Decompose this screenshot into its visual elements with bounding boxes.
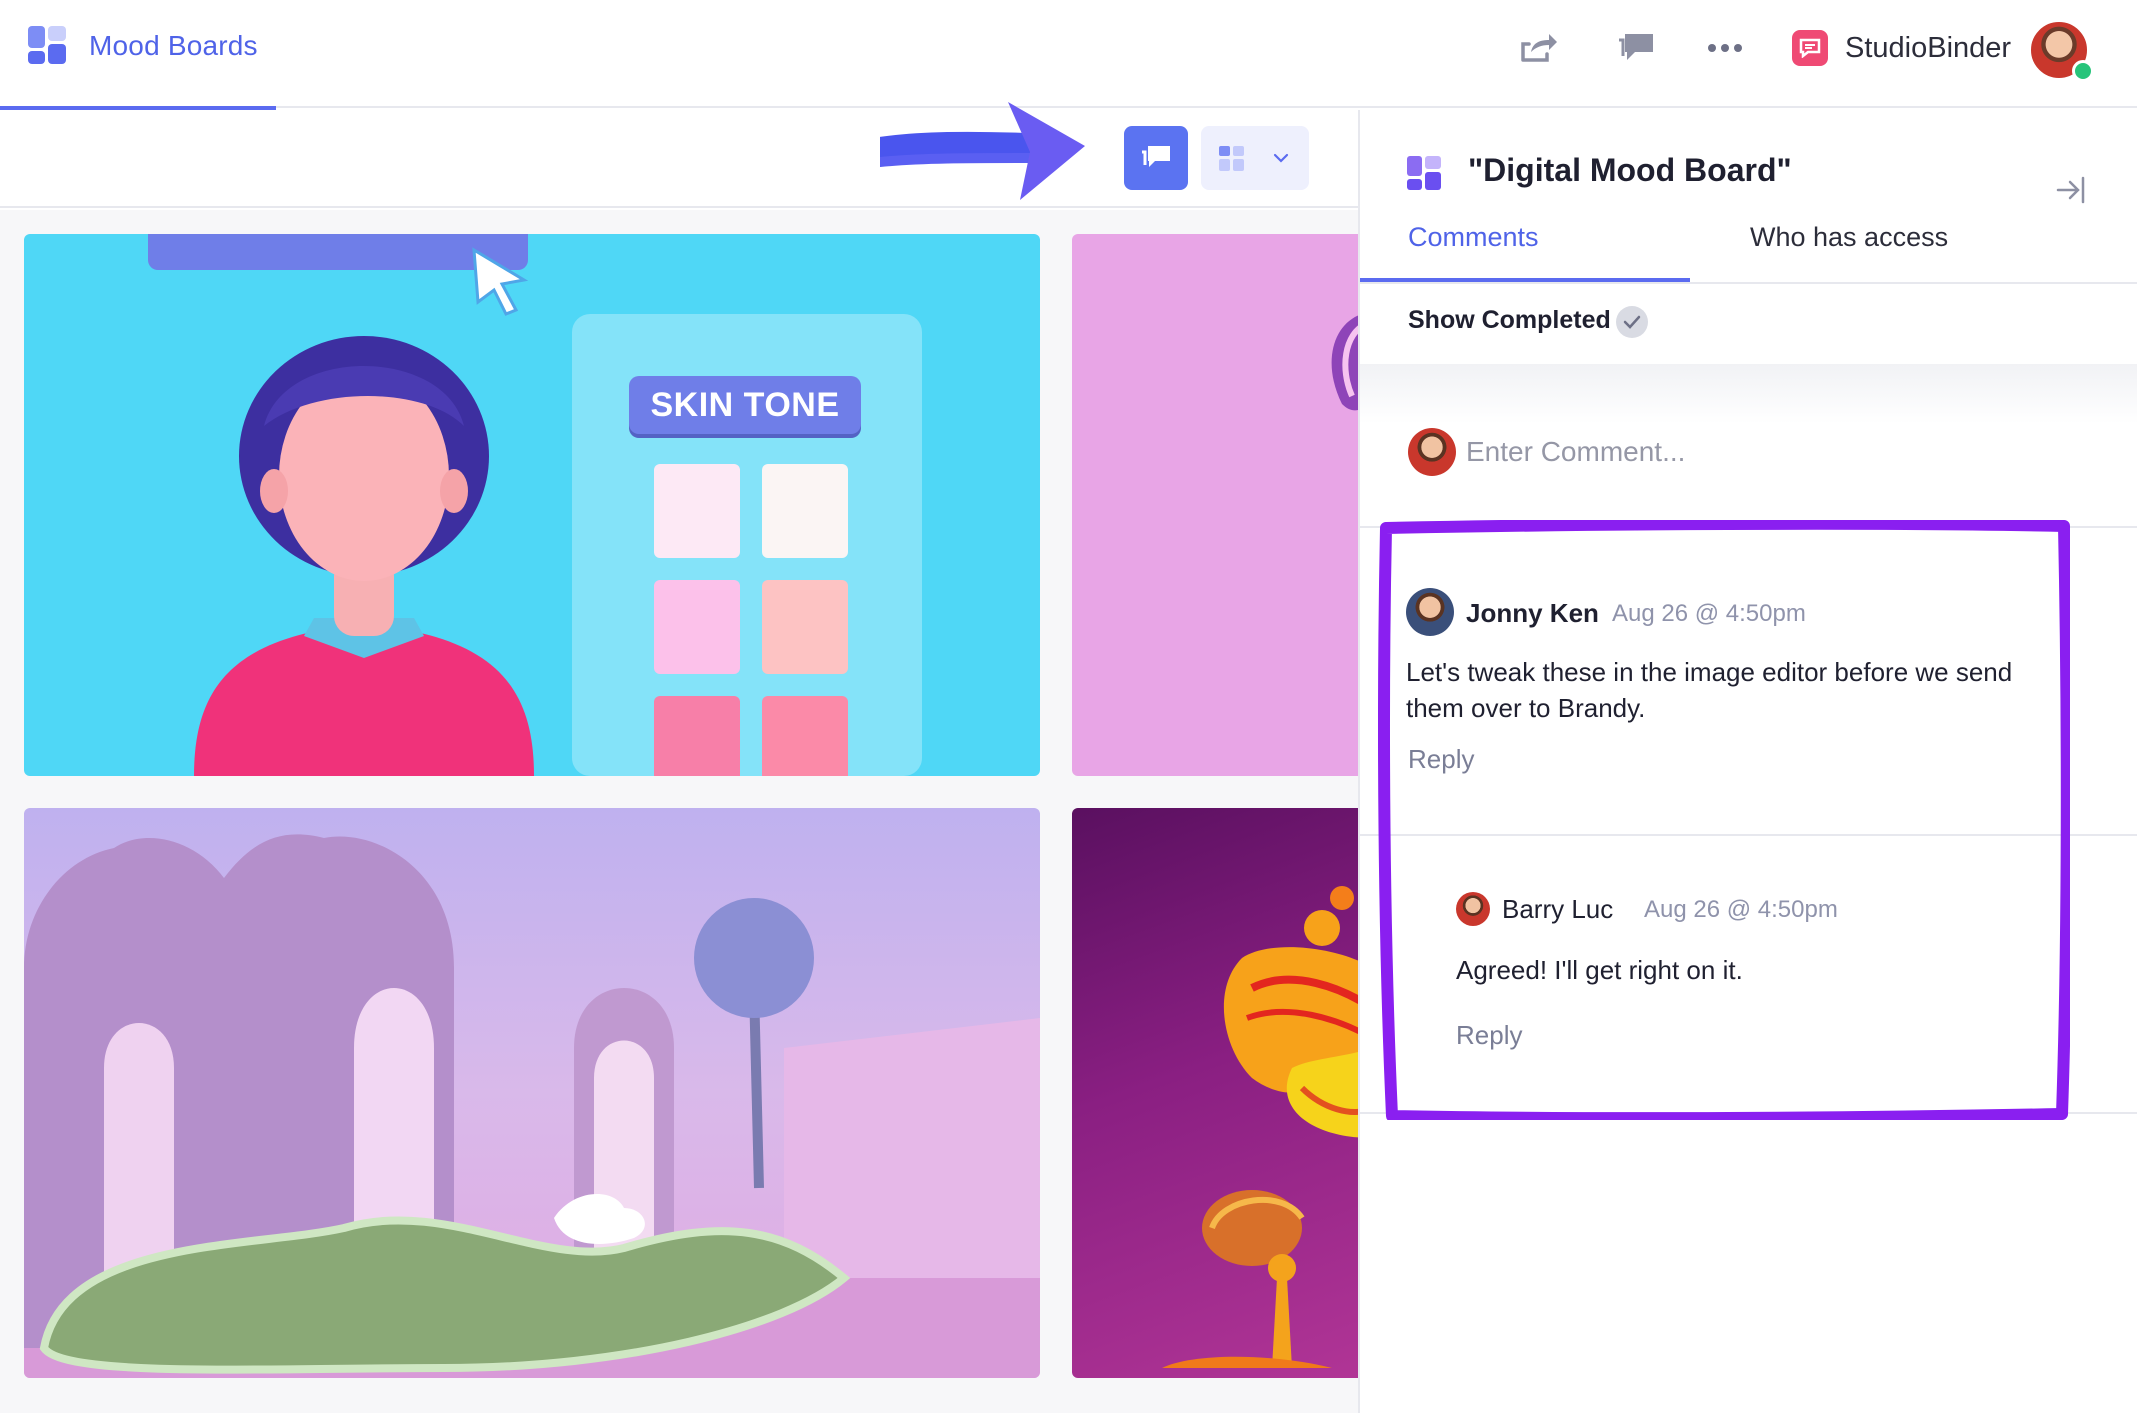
show-completed-toggle[interactable] — [1616, 306, 1648, 338]
show-completed-label[interactable]: Show Completed — [1408, 306, 1611, 335]
current-user-avatar — [1408, 428, 1456, 476]
tab-comments[interactable]: Comments — [1408, 222, 1539, 282]
mood-board-image-arches-pool[interactable] — [24, 808, 1040, 1378]
app-title: Mood Boards — [89, 30, 258, 61]
reply-button[interactable]: Reply — [1456, 1020, 1522, 1051]
comment-author[interactable]: Jonny Ken — [1466, 598, 1599, 629]
tabs-divider — [1360, 282, 2137, 284]
skin-tone-label: SKIN TONE — [629, 376, 861, 434]
top-navigation-bar: Mood Boards StudioBinder — [0, 0, 2137, 110]
studiobinder-logo-icon — [1792, 30, 1828, 66]
brand-name[interactable]: StudioBinder — [1845, 32, 2011, 65]
thread-end-divider — [1360, 1112, 2137, 1114]
more-icon[interactable] — [1704, 28, 1746, 68]
reply-text: Agreed! I'll get right on it. — [1456, 955, 1743, 985]
chevron-down-icon — [1273, 153, 1289, 163]
mood-board-image-mushrooms[interactable] — [1072, 808, 1358, 1378]
grid-view-icon — [1219, 146, 1244, 171]
online-status-dot — [2072, 60, 2094, 82]
swatch-4[interactable] — [762, 580, 848, 674]
comment-text: Let's tweak these in the image editor be… — [1406, 657, 2013, 723]
swatch-2[interactable] — [762, 464, 848, 558]
swatch-6[interactable] — [762, 696, 848, 776]
reply-author[interactable]: Barry Luc — [1502, 894, 1613, 925]
collapse-panel-icon[interactable] — [2050, 172, 2090, 208]
swatch-1[interactable] — [654, 464, 740, 558]
mood-board-icon — [1407, 156, 1441, 190]
commenter-avatar — [1406, 588, 1454, 636]
mood-boards-tab[interactable]: Mood Boards — [0, 0, 276, 110]
swatch-5[interactable] — [654, 696, 740, 776]
reply-author-avatar — [1456, 892, 1490, 926]
thread-divider — [1360, 834, 2137, 836]
ornament-illustration — [1331, 315, 1358, 411]
reply-timestamp: Aug 26 @ 4:50pm — [1644, 896, 1838, 923]
comments-panel: "Digital Mood Board" Comments Who has ac… — [1358, 110, 2137, 1413]
mood-board-canvas: SKIN TONE — [0, 210, 1358, 1413]
mood-boards-logo-icon — [28, 26, 66, 64]
comments-toggle-button[interactable] — [1124, 126, 1188, 190]
tab-who-has-access[interactable]: Who has access — [1750, 222, 1948, 282]
view-mode-dropdown[interactable] — [1201, 126, 1309, 190]
mood-board-image-pink[interactable] — [1072, 234, 1358, 776]
input-divider — [1360, 526, 2137, 528]
pointer-arrow-doodle — [880, 102, 1085, 200]
reply-button[interactable]: Reply — [1408, 744, 1474, 775]
avatar-character-illustration — [194, 336, 534, 776]
section-shadow — [1360, 364, 2137, 424]
panel-title: "Digital Mood Board" — [1468, 152, 1792, 188]
mushroom-illustration — [1162, 886, 1358, 1368]
comments-icon[interactable] — [1616, 28, 1658, 68]
comment-timestamp: Aug 26 @ 4:50pm — [1612, 600, 1806, 627]
checkmark-icon — [1623, 315, 1641, 329]
arches-pool-illustration — [24, 834, 1040, 1378]
comment-input[interactable] — [1466, 430, 2106, 474]
mood-board-image-skin-tone[interactable]: SKIN TONE — [24, 234, 1040, 776]
share-icon[interactable] — [1518, 28, 1560, 68]
swatch-3[interactable] — [654, 580, 740, 674]
